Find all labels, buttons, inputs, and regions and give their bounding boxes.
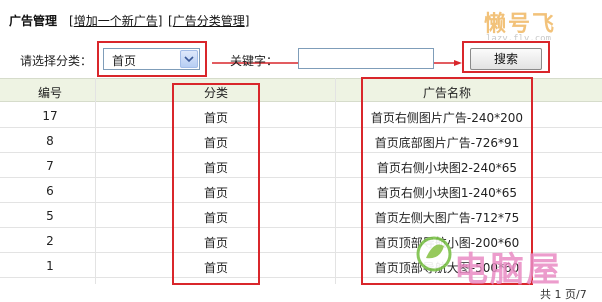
pager-text: 共 1 页/7 [540,288,587,301]
top-bar: 广告管理 [增加一个新广告] [广告分类管理] 懒号飞 lazy.fly.com [0,0,602,44]
category-manage-link-wrap: [广告分类管理] [168,14,250,28]
watermark-brand: 电脑屋 [454,250,562,290]
cell-id: 1 [46,259,54,273]
chevron-down-icon[interactable] [180,50,198,68]
category-select[interactable]: 首页 [103,48,200,70]
search-row: 请选择分类： 首页 关键字： 搜索 [0,40,602,80]
highlight-box-category-column [172,83,260,285]
add-ad-link[interactable]: 增加一个新广告 [74,14,158,28]
category-label: 请选择分类： [20,54,93,68]
category-manage-link[interactable]: 广告分类管理 [173,14,245,28]
leaf-logo-icon [416,236,452,272]
watermark-top: 懒号飞 lazy.fly.com [484,6,594,44]
cell-id: 6 [46,184,54,198]
cell-id: 7 [46,159,54,173]
header-id: 编号 [37,86,62,100]
cell-id: 8 [46,134,54,148]
column-divider [95,78,96,284]
category-select-value: 首页 [112,54,137,68]
cell-id: 2 [46,234,54,248]
cell-id: 5 [46,209,54,223]
add-ad-link-wrap: [增加一个新广告] [69,14,163,28]
page-title: 广告管理 [9,14,58,28]
search-button[interactable]: 搜索 [470,48,542,70]
column-divider [335,78,336,284]
cell-id: 17 [42,109,58,123]
keyword-input[interactable] [298,48,434,69]
keyword-label: 关键字： [230,54,279,68]
